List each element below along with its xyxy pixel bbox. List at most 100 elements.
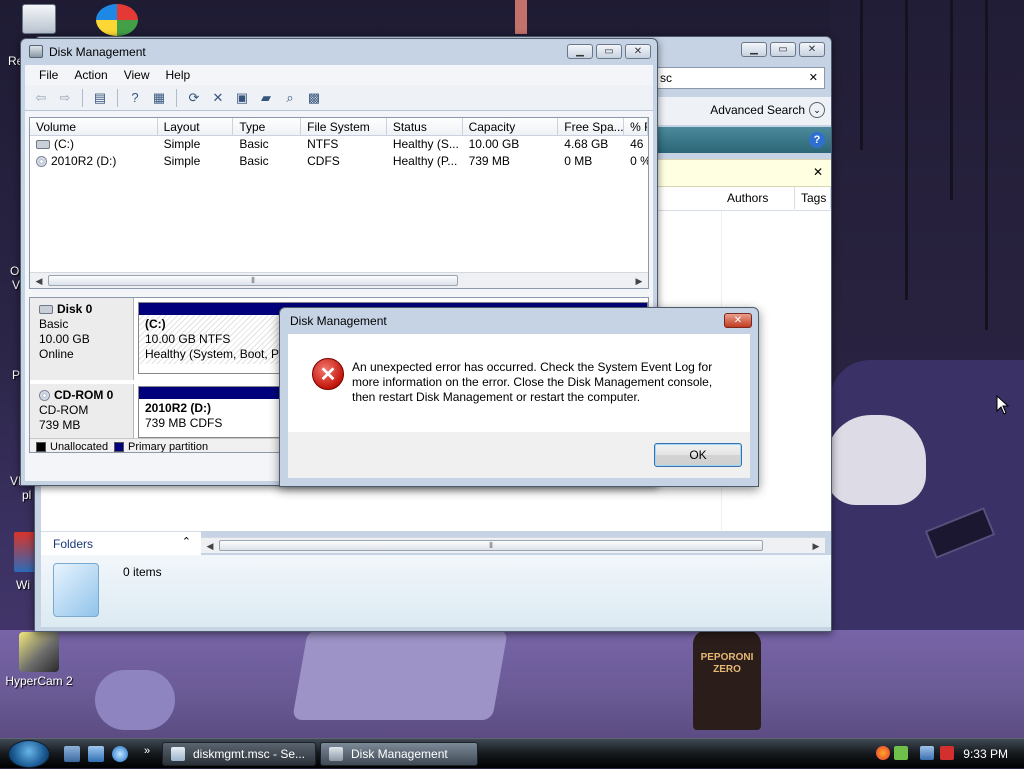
scroll-thumb[interactable]: ⦀ (219, 540, 763, 551)
scroll-left-icon[interactable]: ◀ (203, 539, 217, 553)
menu-file[interactable]: File (31, 68, 66, 82)
column-header-percent-free[interactable]: % F (624, 118, 648, 135)
menu-view[interactable]: View (116, 68, 158, 82)
volume-muted-icon[interactable] (940, 746, 954, 760)
tray-app-icon[interactable] (876, 746, 890, 760)
results-horizontal-scrollbar[interactable]: ◀ ⦀ ▶ (201, 537, 825, 553)
folders-toggle[interactable]: Folders ⌃ (41, 531, 201, 555)
toolbar-separator (176, 88, 177, 107)
chevron-up-icon: ⌃ (181, 536, 191, 548)
recycle-bin-icon[interactable] (22, 4, 56, 34)
wallpaper-creature (826, 415, 926, 505)
disk-size: 739 MB (39, 418, 81, 432)
properties-icon[interactable]: ▣ (232, 88, 252, 108)
cdrom-0-label[interactable]: CD-ROM 0 CD-ROM 739 MB (30, 384, 134, 438)
help-icon[interactable]: ? (809, 132, 825, 148)
back-icon[interactable]: ⇦ (31, 88, 51, 108)
advanced-search-bar: Advanced Search ⌄ (655, 97, 831, 125)
delete-icon[interactable]: ✕ (208, 88, 228, 108)
toolbar: ⇦ ⇨ ▤ ? ▦ ⟳ ✕ ▣ ▰ ⌕ ▩ (25, 85, 653, 111)
clock[interactable]: 9:33 PM (963, 739, 1008, 769)
file-system-cell: CDFS (307, 154, 340, 168)
clear-search-icon[interactable]: ✕ (809, 68, 818, 88)
disk-0-label[interactable]: Disk 0 Basic 10.00 GB Online (30, 298, 134, 380)
disk-management-titlebar[interactable]: Disk Management ▁ ▭ ✕ (21, 39, 657, 65)
wallpaper-bottle: PEPORONI ZERO (693, 630, 761, 730)
dialog-caption-buttons: ✕ (724, 313, 752, 328)
desktop-label-partial: P (12, 368, 21, 382)
disk-name: CD-ROM 0 (54, 388, 114, 402)
taskbar: » diskmgmt.msc - Se... Disk Management 9… (0, 738, 1024, 768)
scroll-right-icon[interactable]: ▶ (632, 274, 646, 288)
dialog-titlebar[interactable]: Disk Management ✕ (280, 308, 758, 334)
desktop-label-partial: pl (22, 488, 32, 502)
browser-icon[interactable] (96, 4, 138, 36)
menu-help[interactable]: Help (158, 68, 199, 82)
properties-pane-icon[interactable]: ▦ (149, 88, 169, 108)
bottle-label: PEPORONI ZERO (700, 652, 754, 675)
switch-windows-icon[interactable] (88, 746, 104, 762)
scroll-right-icon[interactable]: ▶ (809, 539, 823, 553)
layout-cell: Simple (163, 137, 201, 151)
column-header-type[interactable]: Type (233, 118, 302, 135)
start-button[interactable] (8, 740, 50, 768)
open-icon[interactable]: ▰ (256, 88, 276, 108)
disk-management-icon (29, 45, 43, 58)
scroll-left-icon[interactable]: ◀ (32, 274, 46, 288)
wallpaper-stick (950, 0, 953, 200)
help-icon[interactable]: ? (125, 88, 145, 108)
settings-icon[interactable]: ▩ (304, 88, 324, 108)
column-header-authors[interactable]: Authors (721, 187, 795, 209)
desktop-icon-hypercam[interactable]: HyperCam 2 (3, 632, 75, 688)
dialog-body: ✕ An unexpected error has occurred. Chec… (288, 334, 750, 432)
column-header-status[interactable]: Status (387, 118, 463, 135)
menu-action[interactable]: Action (66, 68, 115, 82)
close-icon[interactable]: ✕ (625, 44, 651, 59)
volume-name: 2010R2 (D:) (51, 154, 117, 168)
legend-label: Primary partition (128, 441, 209, 453)
column-header-capacity[interactable]: Capacity (463, 118, 559, 135)
quick-launch-overflow-icon[interactable]: » (144, 745, 150, 757)
wallpaper-laptop (292, 630, 508, 720)
taskbar-button-disk-management[interactable]: Disk Management (320, 742, 478, 766)
close-info-bar-icon[interactable]: ✕ (813, 165, 823, 179)
capacity-cell: 10.00 GB (468, 137, 520, 151)
column-header-file-system[interactable]: File System (301, 118, 387, 135)
column-header-volume[interactable]: Volume (30, 118, 158, 135)
refresh-icon[interactable]: ⟳ (184, 88, 204, 108)
show-desktop-icon[interactable] (64, 746, 80, 762)
table-row[interactable]: (C:) Simple Basic NTFS Healthy (S... 10.… (30, 136, 648, 153)
minimize-icon[interactable]: ▁ (567, 44, 593, 59)
ok-button[interactable]: OK (654, 443, 742, 467)
minimize-icon[interactable]: ▁ (741, 42, 767, 57)
forward-icon[interactable]: ⇨ (55, 88, 75, 108)
scroll-thumb[interactable]: ⦀ (48, 275, 458, 286)
explore-icon[interactable]: ⌕ (280, 88, 300, 108)
app-shortcut-icon[interactable] (14, 532, 36, 572)
maximize-icon[interactable]: ▭ (770, 42, 796, 57)
desktop-icon-label: HyperCam 2 (5, 674, 73, 688)
status-cell: Healthy (P... (392, 154, 458, 168)
column-header-tags[interactable]: Tags (795, 187, 831, 209)
column-header-free-space[interactable]: Free Spa... (558, 118, 625, 135)
search-folder-icon (53, 563, 99, 617)
close-icon[interactable]: ✕ (799, 42, 825, 57)
dialog-title: Disk Management (290, 314, 387, 328)
network-icon[interactable] (920, 746, 934, 760)
internet-explorer-icon[interactable] (112, 746, 128, 762)
disk-size: 10.00 GB (39, 332, 90, 346)
wallpaper-stick (860, 0, 863, 150)
search-input[interactable]: sc ✕ (655, 67, 825, 89)
column-header-layout[interactable]: Layout (158, 118, 234, 135)
file-system-cell: NTFS (307, 137, 339, 151)
show-hide-tree-icon[interactable]: ▤ (90, 88, 110, 108)
volume-list-scrollbar[interactable]: ◀ ⦀ ▶ (30, 272, 648, 288)
close-icon[interactable]: ✕ (724, 313, 752, 328)
maximize-icon[interactable]: ▭ (596, 44, 622, 59)
caption-buttons: ▁ ▭ ✕ (567, 44, 651, 59)
taskbar-button-search[interactable]: diskmgmt.msc - Se... (162, 742, 316, 766)
advanced-search-link[interactable]: Advanced Search (710, 103, 805, 117)
table-row[interactable]: 2010R2 (D:) Simple Basic CDFS Healthy (P… (30, 153, 648, 170)
chevron-down-icon[interactable]: ⌄ (809, 102, 825, 118)
safely-remove-icon[interactable] (894, 746, 908, 760)
